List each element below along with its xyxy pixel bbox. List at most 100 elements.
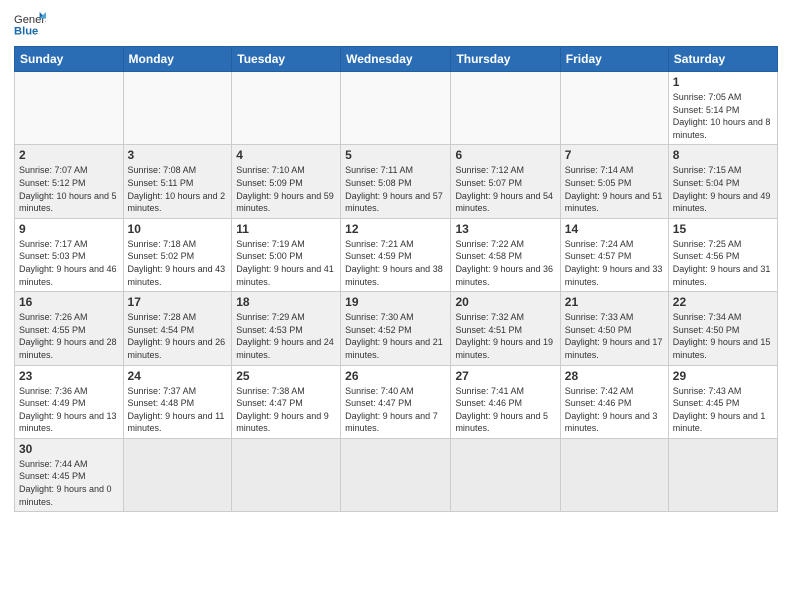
day-info: Sunrise: 7:44 AM Sunset: 4:45 PM Dayligh…	[19, 458, 119, 508]
calendar-cell: 6 Sunrise: 7:12 AM Sunset: 5:07 PM Daylig…	[451, 145, 560, 218]
calendar-cell: 17 Sunrise: 7:28 AM Sunset: 4:54 PM Dayli…	[123, 292, 232, 365]
day-info: Sunrise: 7:38 AM Sunset: 4:47 PM Dayligh…	[236, 385, 336, 435]
day-number: 21	[565, 295, 664, 309]
day-info: Sunrise: 7:11 AM Sunset: 5:08 PM Dayligh…	[345, 164, 446, 214]
day-number: 28	[565, 369, 664, 383]
calendar-cell: 27Sunrise: 7:41 AM Sunset: 4:46 PM Dayli…	[451, 365, 560, 438]
calendar-cell: 29 Sunrise: 7:43 AM Sunset: 4:45 PM Dayli…	[668, 365, 777, 438]
calendar-cell	[451, 438, 560, 511]
day-info: Sunrise: 7:24 AM Sunset: 4:57 PM Dayligh…	[565, 238, 664, 288]
day-info: Sunrise: 7:43 AM Sunset: 4:45 PM Dayligh…	[673, 385, 773, 435]
day-number: 11	[236, 222, 336, 236]
calendar-cell: 2 Sunrise: 7:07 AM Sunset: 5:12 PM Daylig…	[15, 145, 124, 218]
calendar-week-row: 30 Sunrise: 7:44 AM Sunset: 4:45 PM Dayli…	[15, 438, 778, 511]
calendar-cell: 30 Sunrise: 7:44 AM Sunset: 4:45 PM Dayli…	[15, 438, 124, 511]
calendar-cell	[123, 438, 232, 511]
calendar-header-row: SundayMondayTuesdayWednesdayThursdayFrid…	[15, 47, 778, 72]
calendar-cell: 28Sunrise: 7:42 AM Sunset: 4:46 PM Dayli…	[560, 365, 668, 438]
calendar-cell: 21 Sunrise: 7:33 AM Sunset: 4:50 PM Dayli…	[560, 292, 668, 365]
calendar-cell: 20Sunrise: 7:32 AM Sunset: 4:51 PM Dayli…	[451, 292, 560, 365]
calendar-cell: 23 Sunrise: 7:36 AM Sunset: 4:49 PM Dayli…	[15, 365, 124, 438]
calendar-cell: 16 Sunrise: 7:26 AM Sunset: 4:55 PM Dayli…	[15, 292, 124, 365]
calendar-cell	[341, 438, 451, 511]
day-number: 25	[236, 369, 336, 383]
svg-text:Blue: Blue	[14, 25, 38, 37]
calendar-cell: 15 Sunrise: 7:25 AM Sunset: 4:56 PM Dayli…	[668, 218, 777, 291]
day-info: Sunrise: 7:18 AM Sunset: 5:02 PM Dayligh…	[128, 238, 228, 288]
day-number: 26	[345, 369, 446, 383]
day-number: 6	[455, 148, 555, 162]
calendar-cell: 1Sunrise: 7:05 AM Sunset: 5:14 PM Daylig…	[668, 72, 777, 145]
day-number: 10	[128, 222, 228, 236]
calendar-week-row: 23 Sunrise: 7:36 AM Sunset: 4:49 PM Dayli…	[15, 365, 778, 438]
calendar-cell: 24 Sunrise: 7:37 AM Sunset: 4:48 PM Dayli…	[123, 365, 232, 438]
calendar-cell: 13 Sunrise: 7:22 AM Sunset: 4:58 PM Dayli…	[451, 218, 560, 291]
day-number: 15	[673, 222, 773, 236]
day-info: Sunrise: 7:28 AM Sunset: 4:54 PM Dayligh…	[128, 311, 228, 361]
calendar-week-row: 1Sunrise: 7:05 AM Sunset: 5:14 PM Daylig…	[15, 72, 778, 145]
calendar-cell	[232, 72, 341, 145]
calendar-cell: 14 Sunrise: 7:24 AM Sunset: 4:57 PM Dayli…	[560, 218, 668, 291]
calendar-cell	[668, 438, 777, 511]
day-number: 13	[455, 222, 555, 236]
calendar-week-row: 9Sunrise: 7:17 AM Sunset: 5:03 PM Daylig…	[15, 218, 778, 291]
weekday-header-friday: Friday	[560, 47, 668, 72]
weekday-header-monday: Monday	[123, 47, 232, 72]
calendar-cell: 12 Sunrise: 7:21 AM Sunset: 4:59 PM Dayli…	[341, 218, 451, 291]
day-number: 14	[565, 222, 664, 236]
day-number: 17	[128, 295, 228, 309]
calendar-week-row: 2 Sunrise: 7:07 AM Sunset: 5:12 PM Daylig…	[15, 145, 778, 218]
day-number: 29	[673, 369, 773, 383]
day-number: 24	[128, 369, 228, 383]
day-number: 16	[19, 295, 119, 309]
weekday-header-wednesday: Wednesday	[341, 47, 451, 72]
header: General Blue	[14, 10, 778, 38]
day-number: 30	[19, 442, 119, 456]
day-info: Sunrise: 7:15 AM Sunset: 5:04 PM Dayligh…	[673, 164, 773, 214]
calendar-cell: 11 Sunrise: 7:19 AM Sunset: 5:00 PM Dayli…	[232, 218, 341, 291]
calendar-cell	[451, 72, 560, 145]
day-info: Sunrise: 7:07 AM Sunset: 5:12 PM Dayligh…	[19, 164, 119, 214]
day-number: 22	[673, 295, 773, 309]
day-info: Sunrise: 7:12 AM Sunset: 5:07 PM Dayligh…	[455, 164, 555, 214]
day-info: Sunrise: 7:10 AM Sunset: 5:09 PM Dayligh…	[236, 164, 336, 214]
day-info: Sunrise: 7:36 AM Sunset: 4:49 PM Dayligh…	[19, 385, 119, 435]
day-number: 2	[19, 148, 119, 162]
calendar-cell: 3Sunrise: 7:08 AM Sunset: 5:11 PM Daylig…	[123, 145, 232, 218]
day-info: Sunrise: 7:08 AM Sunset: 5:11 PM Dayligh…	[128, 164, 228, 214]
weekday-header-thursday: Thursday	[451, 47, 560, 72]
calendar-cell: 7 Sunrise: 7:14 AM Sunset: 5:05 PM Daylig…	[560, 145, 668, 218]
calendar-week-row: 16 Sunrise: 7:26 AM Sunset: 4:55 PM Dayli…	[15, 292, 778, 365]
calendar-cell: 8Sunrise: 7:15 AM Sunset: 5:04 PM Daylig…	[668, 145, 777, 218]
calendar-cell	[341, 72, 451, 145]
day-number: 18	[236, 295, 336, 309]
day-info: Sunrise: 7:33 AM Sunset: 4:50 PM Dayligh…	[565, 311, 664, 361]
day-number: 12	[345, 222, 446, 236]
day-number: 19	[345, 295, 446, 309]
calendar-cell: 26Sunrise: 7:40 AM Sunset: 4:47 PM Dayli…	[341, 365, 451, 438]
calendar-cell: 19Sunrise: 7:30 AM Sunset: 4:52 PM Dayli…	[341, 292, 451, 365]
day-info: Sunrise: 7:25 AM Sunset: 4:56 PM Dayligh…	[673, 238, 773, 288]
logo-icon: General Blue	[14, 10, 46, 38]
day-number: 23	[19, 369, 119, 383]
day-number: 9	[19, 222, 119, 236]
calendar-cell: 22 Sunrise: 7:34 AM Sunset: 4:50 PM Dayli…	[668, 292, 777, 365]
day-info: Sunrise: 7:26 AM Sunset: 4:55 PM Dayligh…	[19, 311, 119, 361]
day-number: 1	[673, 75, 773, 89]
day-number: 7	[565, 148, 664, 162]
day-info: Sunrise: 7:21 AM Sunset: 4:59 PM Dayligh…	[345, 238, 446, 288]
day-info: Sunrise: 7:34 AM Sunset: 4:50 PM Dayligh…	[673, 311, 773, 361]
day-info: Sunrise: 7:19 AM Sunset: 5:00 PM Dayligh…	[236, 238, 336, 288]
day-info: Sunrise: 7:32 AM Sunset: 4:51 PM Dayligh…	[455, 311, 555, 361]
logo: General Blue	[14, 10, 52, 38]
day-number: 27	[455, 369, 555, 383]
day-info: Sunrise: 7:14 AM Sunset: 5:05 PM Dayligh…	[565, 164, 664, 214]
weekday-header-tuesday: Tuesday	[232, 47, 341, 72]
calendar-cell	[232, 438, 341, 511]
day-info: Sunrise: 7:22 AM Sunset: 4:58 PM Dayligh…	[455, 238, 555, 288]
day-info: Sunrise: 7:37 AM Sunset: 4:48 PM Dayligh…	[128, 385, 228, 435]
calendar-cell: 25 Sunrise: 7:38 AM Sunset: 4:47 PM Dayli…	[232, 365, 341, 438]
calendar-cell: 9Sunrise: 7:17 AM Sunset: 5:03 PM Daylig…	[15, 218, 124, 291]
calendar-cell	[560, 72, 668, 145]
day-number: 4	[236, 148, 336, 162]
